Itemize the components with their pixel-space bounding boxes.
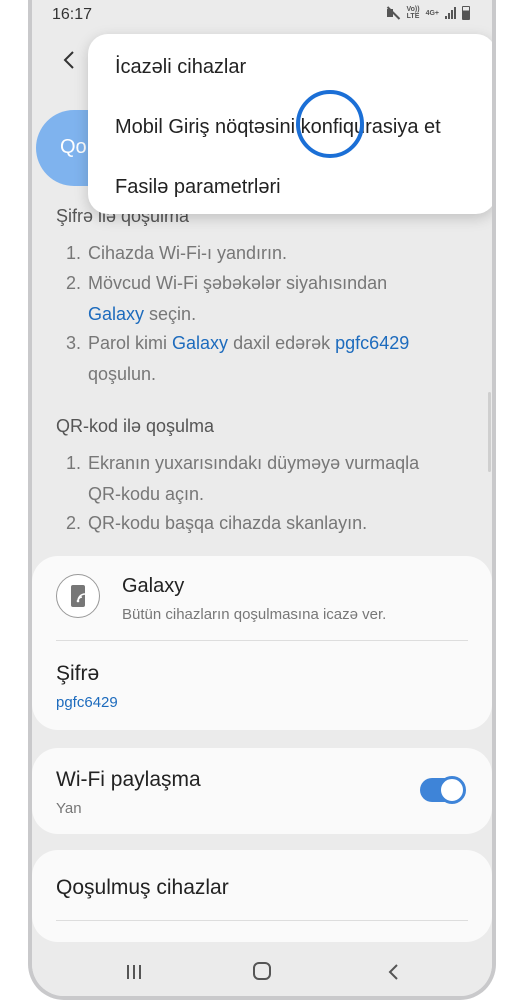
password-label[interactable]: Şifrə xyxy=(56,662,99,686)
back-arrow-icon[interactable] xyxy=(58,48,82,72)
back-icon[interactable] xyxy=(384,962,404,982)
qr-step-1: 1. Ekranın yuxarısındakı düyməyə vurmaqla… xyxy=(66,453,420,504)
password-step-1: 1. Cihazda Wi-Fi-ı yandırın. xyxy=(66,243,288,263)
touch-indicator xyxy=(296,90,364,158)
network-name[interactable]: Galaxy xyxy=(122,575,184,598)
navigation-bar xyxy=(32,944,492,996)
divider xyxy=(56,640,468,641)
toggle-knob xyxy=(438,776,466,804)
volte-icon: Vo)) LTE xyxy=(406,6,420,20)
signal-icon xyxy=(445,7,456,19)
wifi-sharing-toggle[interactable] xyxy=(420,776,466,804)
divider xyxy=(56,920,468,921)
network-name-link: Galaxy xyxy=(88,304,145,324)
status-icons: Vo)) LTE 4G+ xyxy=(386,6,470,20)
network-card: Galaxy Bütün cihazların qoşulmasına icaz… xyxy=(32,556,492,730)
wifi-sharing-label: Wi-Fi paylaşma xyxy=(56,768,201,791)
password-step-3: 3. Parol kimi Galaxy daxil edərək pgfc642… xyxy=(66,333,410,384)
password-step-2: 2. Mövcud Wi-Fi şəbəkələr siyahısından Ga… xyxy=(66,273,388,324)
hotspot-phone-icon xyxy=(56,574,100,618)
qr-step-2: 2. QR-kodu başqa cihazda skanlayın. xyxy=(66,513,368,533)
scrollbar[interactable] xyxy=(488,392,491,472)
connected-devices-label: Qoşulmuş cihazlar xyxy=(56,876,229,899)
network-subtitle: Bütün cihazların qoşulmasına icazə ver. xyxy=(122,606,387,623)
mute-icon xyxy=(386,6,400,20)
qr-section-heading: QR-kod ilə qoşulma xyxy=(56,416,215,436)
password-value: pgfc6429 xyxy=(56,694,118,711)
menu-item-configure-hotspot[interactable]: Mobil Giriş nöqtəsini konfiqurasiya et xyxy=(115,116,441,139)
overflow-menu: İcazəli cihazlar Mobil Giriş nöqtəsini k… xyxy=(88,34,492,214)
phone-screen: 16:17 Vo)) LTE 4G+ Qo İcazəli cihazlar M… xyxy=(28,0,496,1000)
connected-devices-card[interactable]: Qoşulmuş cihazlar xyxy=(32,850,492,942)
wifi-sharing-state: Yan xyxy=(56,800,82,817)
status-time: 16:17 xyxy=(52,6,93,23)
wifi-sharing-card[interactable]: Wi-Fi paylaşma Yan xyxy=(32,748,492,834)
home-icon[interactable] xyxy=(253,962,271,980)
status-bar: 16:17 Vo)) LTE 4G+ xyxy=(32,0,492,30)
recent-apps-icon[interactable] xyxy=(125,964,143,980)
network-type-icon: 4G+ xyxy=(425,9,439,17)
battery-icon xyxy=(462,6,470,20)
menu-item-timeout-settings[interactable]: Fasilə parametrləri xyxy=(115,176,281,199)
menu-item-allowed-devices[interactable]: İcazəli cihazlar xyxy=(115,56,246,79)
